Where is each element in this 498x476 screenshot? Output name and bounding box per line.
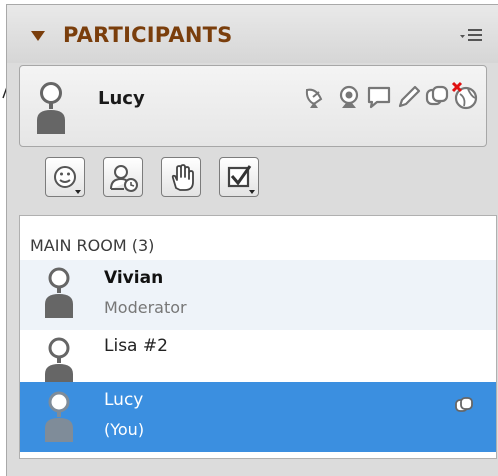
raise-hand-button[interactable] [161,157,201,197]
panel-menu-icon[interactable] [459,27,485,45]
action-button-bar [19,149,487,213]
poll-answer-button[interactable] [219,157,259,197]
away-status-button[interactable] [103,157,143,197]
panel-title: PARTICIPANTS [63,23,233,47]
participant-role: Moderator [104,298,187,317]
pencil-icon[interactable] [396,84,422,110]
user-avatar-icon [45,337,73,388]
poll-check-icon [227,165,255,194]
webcam-icon[interactable] [336,84,362,110]
room-label: MAIN ROOM (3) [30,236,155,255]
close-globe-icon[interactable] [450,80,480,110]
satellite-dish-icon[interactable] [302,84,328,110]
user-avatar-icon [45,267,73,318]
participant-role: (You) [104,420,145,439]
share-icon[interactable] [454,396,474,414]
participant-row-lucy-selected[interactable]: Lucy (You) [20,382,496,452]
emoticon-button[interactable] [45,157,85,197]
share-icon[interactable] [424,84,450,110]
emoticon-icon [54,166,81,194]
participant-name: Lisa #2 [104,336,168,356]
user-avatar-icon [45,391,73,442]
participants-panel: PARTICIPANTS Lucy MAIN ROOM (3) Vivian M… [6,4,498,476]
away-clock-icon [110,165,138,192]
collapse-triangle-icon[interactable] [31,31,45,41]
participant-row-vivian[interactable]: Vivian Moderator [20,260,496,331]
panel-header: PARTICIPANTS [7,5,498,63]
participants-list: MAIN ROOM (3) Vivian Moderator Lisa #2 L… [19,215,497,459]
participant-name: Lucy [104,390,144,410]
my-status-card: Lucy [19,65,487,147]
participant-name: Vivian [104,268,164,288]
user-avatar-icon [37,82,65,134]
chat-bubble-icon[interactable] [366,84,392,110]
raise-hand-icon [171,164,194,191]
my-name: Lucy [98,88,145,109]
